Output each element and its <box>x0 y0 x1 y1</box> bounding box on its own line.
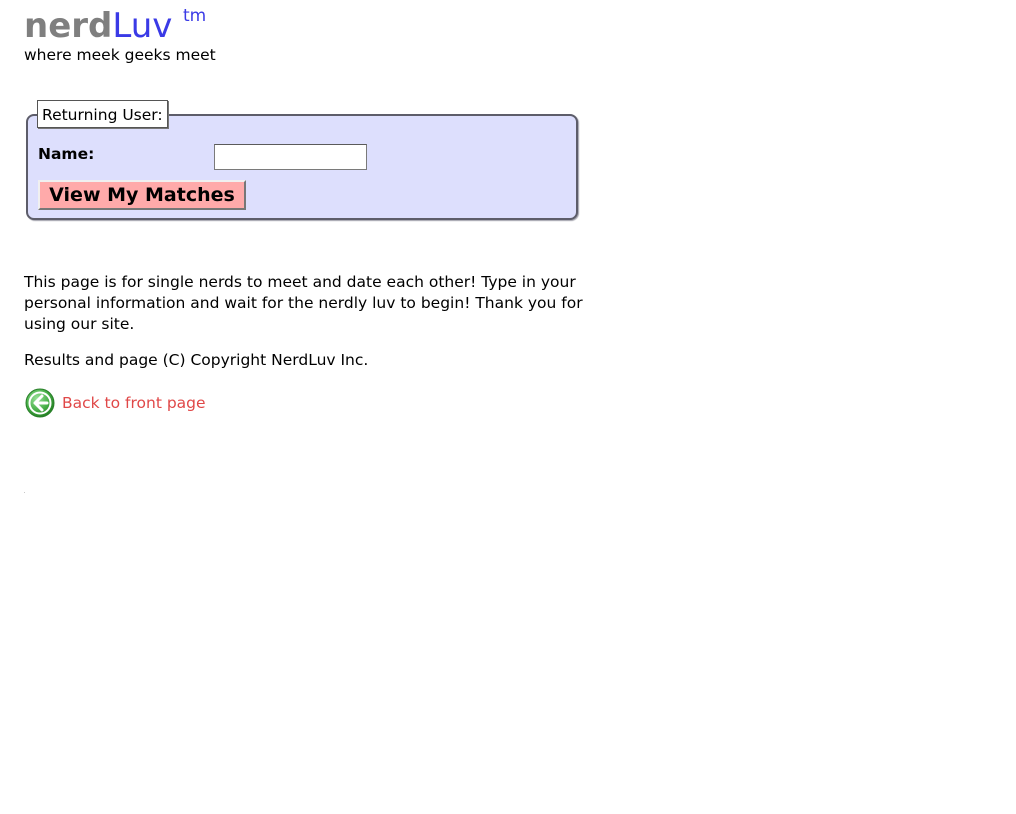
intro-text: This page is for single nerds to meet an… <box>24 273 583 333</box>
name-label: Name: <box>38 145 95 163</box>
copyright-text: Results and page (C) Copyright NerdLuv I… <box>24 351 369 369</box>
back-arrow-icon <box>25 388 55 418</box>
name-input[interactable] <box>214 144 367 170</box>
back-to-front-page-link[interactable]: Back to front page <box>25 388 206 418</box>
logo-luv-text: Luv <box>112 6 173 46</box>
site-tagline: where meek geeks meet <box>24 46 216 64</box>
view-my-matches-button[interactable]: View My Matches <box>38 180 246 210</box>
decorative-dot <box>24 492 25 493</box>
fieldset-legend: Returning User: <box>37 100 168 128</box>
site-header: nerdLuv tm where meek geeks meet <box>24 6 216 64</box>
back-link-label: Back to front page <box>62 394 206 412</box>
logo-nerd-text: nerd <box>24 6 113 46</box>
logo-trademark: tm <box>183 6 207 26</box>
site-logo: nerdLuv tm <box>24 6 216 46</box>
